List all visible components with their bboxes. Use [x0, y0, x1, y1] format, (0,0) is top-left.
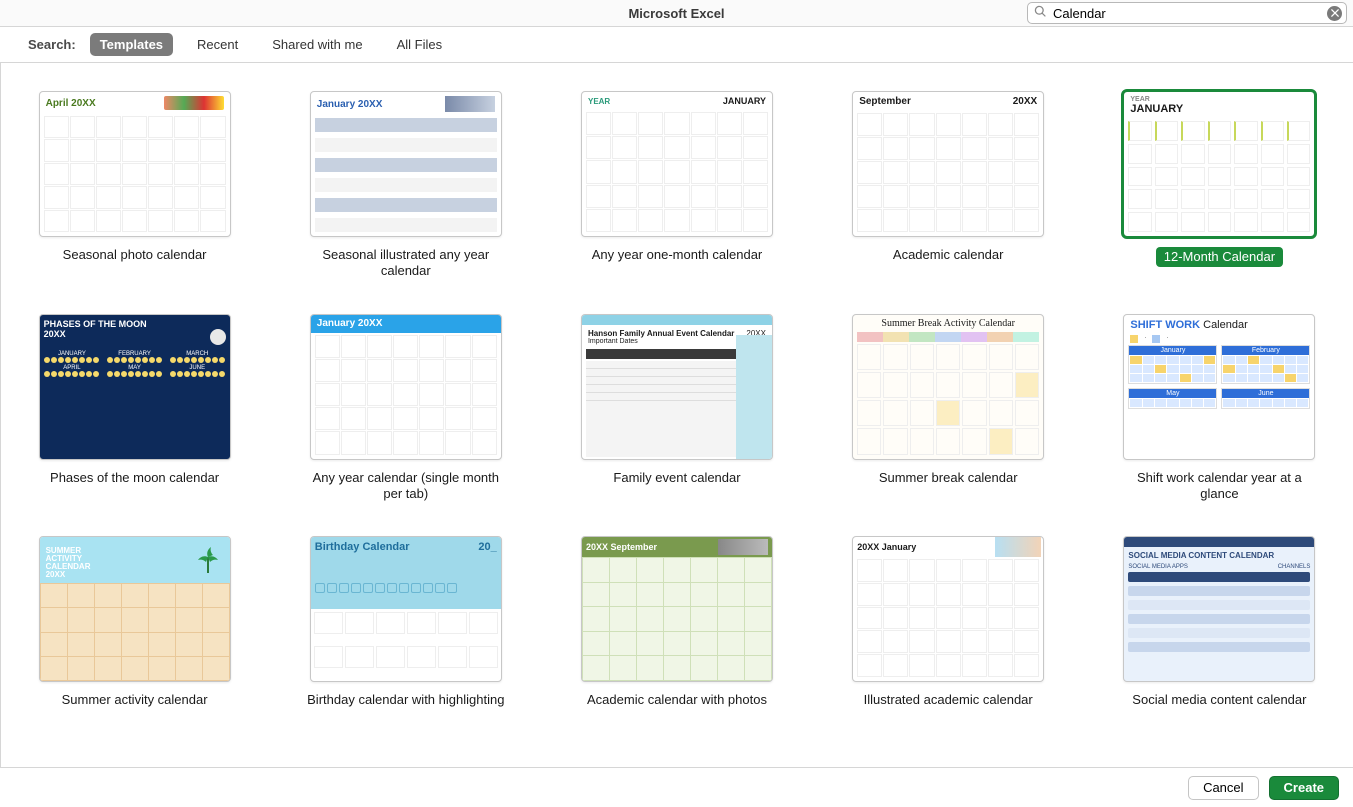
template-label: Shift work calendar year at a glance: [1119, 470, 1319, 503]
template-thumbnail: SOCIAL MEDIA CONTENT CALENDAR SOCIAL MED…: [1123, 536, 1315, 682]
template-thumbnail: Summer Break Activity Calendar: [852, 314, 1044, 460]
template-gallery: April 20XX Seasonal photo calendar Janua…: [0, 63, 1353, 767]
window-title: Microsoft Excel: [628, 6, 724, 21]
template-summer-break[interactable]: Summer Break Activity Calendar Summer br…: [837, 314, 1060, 503]
thumb-head: September: [859, 96, 911, 107]
template-academic[interactable]: September 20XX Academic calendar: [837, 91, 1060, 280]
thumb-head: January 20XX: [317, 99, 383, 110]
template-academic-photos[interactable]: 20XX September Academic calendar with ph…: [565, 536, 788, 708]
thumb-subhead: JANUARY: [723, 96, 766, 106]
template-seasonal-photo[interactable]: April 20XX Seasonal photo calendar: [23, 91, 246, 280]
template-thumbnail: Hanson Family Annual Event Calendar Impo…: [581, 314, 773, 460]
template-label: Summer activity calendar: [62, 692, 208, 708]
template-phases-moon[interactable]: PHASES OF THE MOON20XX JANUARY FEBRUARY …: [23, 314, 246, 503]
thumb-head: Summer Break Activity Calendar: [853, 315, 1043, 332]
thumb-head: 20XX January: [857, 542, 916, 552]
thumb-head: YEAR: [588, 97, 610, 106]
template-thumbnail: SHIFT WORK Calendar · · January February…: [1123, 314, 1315, 460]
template-label: Academic calendar: [893, 247, 1004, 263]
template-thumbnail: September 20XX: [852, 91, 1044, 237]
template-thumbnail: SUMMERACTIVITYCALENDAR20XX: [39, 536, 231, 682]
footer-bar: Cancel Create: [0, 767, 1353, 807]
template-seasonal-illustrated[interactable]: January 20XX Seasonal illustrated any ye…: [294, 91, 517, 280]
thumb-subhead: 20_: [478, 541, 496, 553]
template-label: Academic calendar with photos: [587, 692, 767, 708]
template-illustrated-academic[interactable]: 20XX January Illustrated academic calend…: [837, 536, 1060, 708]
tab-recent[interactable]: Recent: [187, 33, 248, 56]
template-thumbnail: YEAR JANUARY: [581, 91, 773, 237]
thumb-subhead: JANUARY: [1130, 103, 1183, 115]
side-panel-icon: [736, 335, 772, 459]
photo-strip-icon: [718, 539, 768, 555]
moon-icon: [210, 329, 226, 345]
template-label: Birthday calendar with highlighting: [307, 692, 504, 708]
search-scope-bar: Search: Templates Recent Shared with me …: [0, 27, 1353, 63]
template-thumbnail: January 20XX: [310, 314, 502, 460]
template-label: Summer break calendar: [879, 470, 1018, 486]
template-thumbnail: April 20XX: [39, 91, 231, 237]
template-12-month[interactable]: YEAR JANUARY 12-Month Calendar: [1108, 91, 1331, 280]
thumb-head: SHIFT WORK: [1130, 319, 1200, 331]
template-family-event[interactable]: Hanson Family Annual Event Calendar Impo…: [565, 314, 788, 503]
template-any-year-single-tab[interactable]: January 20XX Any year calendar (single m…: [294, 314, 517, 503]
cancel-button[interactable]: Cancel: [1188, 776, 1258, 800]
template-label: Illustrated academic calendar: [864, 692, 1033, 708]
clear-search-icon[interactable]: [1327, 6, 1342, 21]
thumb-subhead: 20XX: [44, 329, 66, 339]
thumb-head: 20XX September: [586, 542, 657, 552]
photo-strip-icon: [995, 537, 1041, 557]
template-thumbnail: 20XX January: [852, 536, 1044, 682]
thumb-head: YEAR: [1130, 96, 1149, 103]
tab-all-files[interactable]: All Files: [387, 33, 453, 56]
titlebar: Microsoft Excel: [0, 0, 1353, 27]
template-summer-activity[interactable]: SUMMERACTIVITYCALENDAR20XX Summer activi…: [23, 536, 246, 708]
thumb-head: PHASES OF THE MOON: [44, 319, 147, 329]
template-thumbnail: PHASES OF THE MOON20XX JANUARY FEBRUARY …: [39, 314, 231, 460]
create-button[interactable]: Create: [1269, 776, 1339, 800]
template-label: Phases of the moon calendar: [50, 470, 219, 486]
template-thumbnail: 20XX September: [581, 536, 773, 682]
thumb-subhead: 20XX: [1013, 96, 1037, 107]
template-thumbnail: YEAR JANUARY: [1123, 91, 1315, 237]
template-label: Seasonal photo calendar: [63, 247, 207, 263]
search-icon: [1034, 5, 1047, 21]
search-scope-label: Search:: [28, 37, 76, 52]
template-label: Any year calendar (single month per tab): [306, 470, 506, 503]
template-label: Seasonal illustrated any year calendar: [306, 247, 506, 280]
template-label: Any year one-month calendar: [592, 247, 763, 263]
template-any-year-one-month[interactable]: YEAR JANUARY Any year one-month calendar: [565, 91, 788, 280]
icon-row: [315, 583, 497, 593]
thumb-head: January 20XX: [317, 318, 383, 329]
template-label: Social media content calendar: [1132, 692, 1306, 708]
palm-tree-icon: [196, 543, 220, 573]
seasonal-banner-icon: [164, 96, 224, 110]
search-input[interactable]: [1047, 6, 1327, 21]
thumb-head: Birthday Calendar: [315, 541, 410, 553]
search-box[interactable]: [1027, 2, 1347, 24]
template-thumbnail: January 20XX: [310, 91, 502, 237]
winter-scene-icon: [445, 96, 495, 112]
template-social-media[interactable]: SOCIAL MEDIA CONTENT CALENDAR SOCIAL MED…: [1108, 536, 1331, 708]
template-birthday[interactable]: Birthday Calendar 20_ Birthday calendar …: [294, 536, 517, 708]
thumb-head: SOCIAL MEDIA CONTENT CALENDAR: [1124, 547, 1314, 564]
tab-templates[interactable]: Templates: [90, 33, 173, 56]
tab-shared[interactable]: Shared with me: [262, 33, 372, 56]
template-label: Family event calendar: [613, 470, 740, 486]
template-thumbnail: Birthday Calendar 20_: [310, 536, 502, 682]
thumb-head: April 20XX: [46, 98, 96, 109]
template-label: 12-Month Calendar: [1156, 247, 1283, 267]
template-shift-work[interactable]: SHIFT WORK Calendar · · January February…: [1108, 314, 1331, 503]
